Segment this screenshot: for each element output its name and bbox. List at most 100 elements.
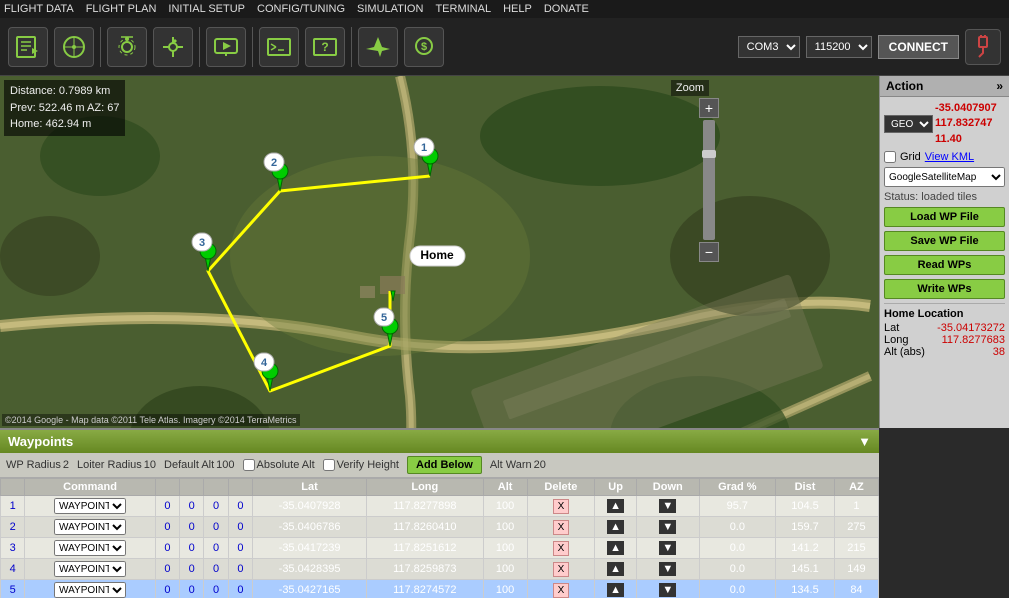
baud-select[interactable]: 115200 57600 9600 (806, 36, 872, 58)
col-az: AZ (834, 479, 878, 496)
row-lng: 117.8274572 (367, 580, 484, 598)
zoom-in-button[interactable]: + (699, 98, 719, 118)
plug-icon[interactable] (965, 29, 1001, 65)
zoom-thumb[interactable] (702, 150, 716, 158)
load-wp-file-button[interactable]: Load WP File (884, 207, 1005, 227)
row-cmd[interactable]: WAYPOINT LOITER_UNLIM LOITER_TURNS RETUR… (25, 559, 155, 580)
plane-icon[interactable] (358, 27, 398, 67)
row-p4: 0 (228, 580, 252, 598)
map-container[interactable]: Home 1 2 3 4 5 (0, 76, 879, 428)
terminal-icon[interactable] (259, 27, 299, 67)
cmd-select-2[interactable]: WAYPOINT LOITER_UNLIM LOITER_TURNS RETUR… (54, 540, 126, 556)
map-type-select[interactable]: GoogleSatelliteMap GoogleMap GoogleTerra… (884, 167, 1005, 187)
row-lat: -35.0417239 (253, 538, 367, 559)
write-wps-button[interactable]: Write WPs (884, 279, 1005, 299)
zoom-track[interactable] (703, 120, 715, 240)
collapse-icon[interactable]: ▼ (858, 434, 871, 449)
cmd-select-0[interactable]: WAYPOINT LOITER_UNLIM LOITER_TURNS RETUR… (54, 498, 126, 514)
down-button-1[interactable]: ▼ (659, 520, 676, 534)
row-up[interactable]: ▲ (595, 580, 637, 598)
map-info: Distance: 0.7989 km Prev: 522.46 m AZ: 6… (4, 80, 125, 136)
flight-plan-icon[interactable] (54, 27, 94, 67)
row-up[interactable]: ▲ (595, 559, 637, 580)
row-p4: 0 (228, 559, 252, 580)
up-button-4[interactable]: ▲ (607, 583, 624, 597)
menu-donate[interactable]: DONATE (544, 3, 589, 15)
absolute-alt-checkbox[interactable] (243, 459, 255, 471)
expand-icon[interactable]: » (996, 79, 1003, 93)
row-cmd[interactable]: WAYPOINT LOITER_UNLIM LOITER_TURNS RETUR… (25, 496, 155, 517)
verify-height-checkbox[interactable] (323, 459, 335, 471)
col-long: Long (367, 479, 484, 496)
bottom-section: Waypoints ▼ WP Radius 2 Loiter Radius 10… (0, 428, 879, 598)
row-p4: 0 (228, 517, 252, 538)
cmd-select-1[interactable]: WAYPOINT LOITER_UNLIM LOITER_TURNS RETUR… (54, 519, 126, 535)
row-cmd[interactable]: WAYPOINT LOITER_UNLIM LOITER_TURNS RETUR… (25, 580, 155, 598)
up-button-0[interactable]: ▲ (607, 499, 624, 513)
cmd-select-4[interactable]: WAYPOINT LOITER_UNLIM LOITER_TURNS RETUR… (54, 582, 126, 598)
save-wp-file-button[interactable]: Save WP File (884, 231, 1005, 251)
up-button-3[interactable]: ▲ (607, 562, 624, 576)
read-wps-button[interactable]: Read WPs (884, 255, 1005, 275)
row-delete[interactable]: X (527, 559, 595, 580)
initial-setup-icon[interactable] (107, 27, 147, 67)
row-down[interactable]: ▼ (636, 496, 699, 517)
flight-data-icon[interactable] (8, 27, 48, 67)
prev-info: Prev: 522.46 m AZ: 67 (10, 100, 119, 117)
status-text: Status: loaded tiles (884, 191, 1005, 203)
simulation-icon[interactable] (206, 27, 246, 67)
help-icon[interactable]: ? (305, 27, 345, 67)
cmd-select-3[interactable]: WAYPOINT LOITER_UNLIM LOITER_TURNS RETUR… (54, 561, 126, 577)
menu-terminal[interactable]: TERMINAL (435, 3, 491, 15)
delete-button-0[interactable]: X (553, 499, 570, 514)
connect-button[interactable]: CONNECT (878, 35, 959, 59)
row-up[interactable]: ▲ (595, 496, 637, 517)
menu-flight-plan[interactable]: FLIGHT PLAN (86, 3, 157, 15)
row-cmd[interactable]: WAYPOINT LOITER_UNLIM LOITER_TURNS RETUR… (25, 517, 155, 538)
delete-button-2[interactable]: X (553, 541, 570, 556)
loiter-radius-item: Loiter Radius 10 (77, 459, 156, 471)
separator-3 (252, 27, 253, 67)
view-kml-link[interactable]: View KML (925, 151, 974, 163)
row-dist: 134.5 (776, 580, 835, 598)
donate-icon[interactable]: $ (404, 27, 444, 67)
menu-config-tuning[interactable]: CONFIG/TUNING (257, 3, 345, 15)
down-button-2[interactable]: ▼ (659, 541, 676, 555)
row-down[interactable]: ▼ (636, 559, 699, 580)
down-button-3[interactable]: ▼ (659, 562, 676, 576)
zoom-control[interactable]: + − (699, 98, 719, 262)
row-down[interactable]: ▼ (636, 517, 699, 538)
home-location-title: Home Location (884, 308, 1005, 320)
coord-type-select[interactable]: GEO DMS UTM (884, 115, 933, 133)
svg-text:?: ? (321, 40, 328, 54)
grid-label: Grid (900, 151, 921, 163)
row-delete[interactable]: X (527, 580, 595, 598)
row-up[interactable]: ▲ (595, 538, 637, 559)
row-grad: 95.7 (699, 496, 775, 517)
row-delete[interactable]: X (527, 496, 595, 517)
config-tuning-icon[interactable] (153, 27, 193, 67)
row-down[interactable]: ▼ (636, 580, 699, 598)
up-button-2[interactable]: ▲ (607, 541, 624, 555)
row-cmd[interactable]: WAYPOINT LOITER_UNLIM LOITER_TURNS RETUR… (25, 538, 155, 559)
delete-button-4[interactable]: X (553, 583, 570, 598)
down-button-0[interactable]: ▼ (659, 499, 676, 513)
row-delete[interactable]: X (527, 517, 595, 538)
menu-simulation[interactable]: SIMULATION (357, 3, 423, 15)
down-button-4[interactable]: ▼ (659, 583, 676, 597)
row-up[interactable]: ▲ (595, 517, 637, 538)
delete-button-3[interactable]: X (553, 562, 570, 577)
grid-checkbox[interactable] (884, 151, 896, 163)
row-delete[interactable]: X (527, 538, 595, 559)
row-p2: 0 (180, 496, 204, 517)
up-button-1[interactable]: ▲ (607, 520, 624, 534)
home-lat-row: Lat -35.04173272 (884, 322, 1005, 334)
delete-button-1[interactable]: X (553, 520, 570, 535)
row-down[interactable]: ▼ (636, 538, 699, 559)
menu-help[interactable]: HELP (503, 3, 532, 15)
menu-initial-setup[interactable]: INITIAL SETUP (168, 3, 245, 15)
zoom-out-button[interactable]: − (699, 242, 719, 262)
add-below-button[interactable]: Add Below (407, 456, 482, 474)
menu-flight-data[interactable]: FLIGHT DATA (4, 3, 74, 15)
port-select[interactable]: COM3 COM1 COM4 (738, 36, 800, 58)
